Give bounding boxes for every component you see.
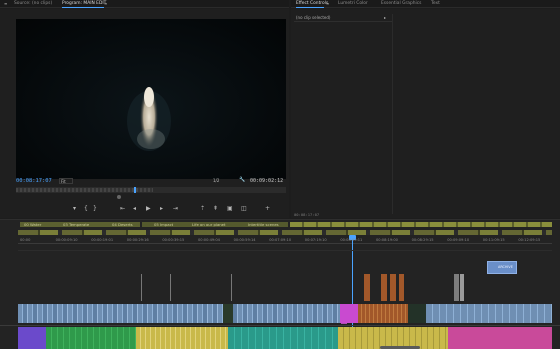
clip-orange[interactable] [364,274,370,301]
clip-grey[interactable] [454,274,459,301]
ruler-time-label: 00:07:19:10 [304,238,327,242]
program-monitor: 00:08:17:07 Fit 1/2 🔧 00:09:02:12 ▾ { } … [0,9,289,218]
tab-program[interactable]: Program: MAIN EDIT [62,1,106,6]
ruler-time-label: 00:07:09:10 [269,238,292,242]
step-back-icon[interactable]: ◂ [133,206,136,212]
title-clip-label: ARCHIVE [498,265,513,269]
tab-text[interactable]: Text [431,1,440,6]
comparison-view-icon[interactable]: ◫ [241,206,247,212]
right-tab-bar: Effect Controls ≡ Lumetri Color Essentia… [291,0,560,8]
video-clip-orange[interactable] [358,304,408,323]
lift-icon[interactable]: ⇡ [200,206,205,212]
marker-bar[interactable] [290,222,552,227]
fit-label: Fit [61,179,66,184]
mark-out-icon[interactable]: } [93,206,97,212]
marker-row-secondary [18,230,552,235]
ruler-time-label: 00:12:09:15 [518,238,541,242]
fit-dropdown[interactable]: Fit [59,178,73,184]
go-to-out-icon[interactable]: ⇥ [173,206,178,212]
panel-menu-icon[interactable]: ≡ [326,1,329,7]
ruler-time-label: 00:08:29:15 [411,238,434,242]
audio-clip-green[interactable] [46,327,136,349]
marker-row: 00 Water 03 Temperate 04 Deserts 05 Impa… [18,221,552,229]
video-clip-dark[interactable] [408,304,426,323]
audio-clip-purple[interactable] [18,327,46,349]
video-audio-divider [0,325,560,326]
video-clip-dark[interactable] [223,304,233,323]
extract-icon[interactable]: ⇞ [213,206,218,212]
thin-clip-line [231,274,232,301]
marker-label: 04 Deserts [112,222,133,227]
scrub-in-out-range [16,188,153,192]
thin-clip-line [170,274,171,301]
ruler-time-label: 00:00:29:16 [126,238,149,242]
audio-track-a1 [18,327,552,349]
video-clip-blue[interactable] [426,304,552,323]
timeline-panel: 00 Water 03 Temperate 04 Deserts 05 Impa… [0,219,560,349]
no-clip-label: (no clip selected) [296,15,331,20]
scrub-zoom-handle[interactable] [117,195,121,199]
ruler-time-label: 00:00:49:04 [198,238,220,242]
panel-menu-icon[interactable]: ≡ [4,1,7,7]
panel-menu-icon[interactable]: ≡ [104,1,107,7]
clip-orange[interactable] [399,274,404,301]
v1-track [18,304,552,324]
clip-orange[interactable] [390,274,396,301]
add-marker-icon[interactable]: ▾ [73,206,76,212]
effect-controls-header: (no clip selected) ▸ [294,14,392,22]
marker-label: 05 Impact [154,222,174,227]
ruler-time-label: 00:00:59:14 [233,238,256,242]
program-scrub-bar[interactable] [16,187,286,193]
audio-clip-teal[interactable] [228,327,338,349]
play-icon[interactable]: ▶ [146,206,151,212]
fraction-dropdown[interactable]: 1/2 [213,178,219,183]
program-video-frame[interactable] [16,19,286,179]
marker-label: Intertitle scenes [248,222,279,227]
ruler-time-label: 00:00:09:10 [55,238,78,242]
camera-icon[interactable]: ▣ [227,206,233,212]
program-timecode-left[interactable]: 00:08:17:07 [16,178,52,184]
marker-label: 00 Water [24,222,42,227]
clip-grey[interactable] [460,274,464,301]
title-clip[interactable]: ARCHIVE [487,261,517,274]
mark-in-icon[interactable]: { [84,206,88,212]
effect-controls-divider [392,14,393,214]
audio-clip-yellow[interactable] [136,327,228,349]
audio-clip-pink[interactable] [448,327,552,349]
ruler-time-label: 00:09:09:10 [447,238,470,242]
thin-clip-line [141,274,142,301]
effect-controls-underline [296,7,324,8]
wrench-icon[interactable]: 🔧 [239,177,245,183]
ruler-time-label: 00:00:39:15 [162,238,185,242]
tab-essential-graphics[interactable]: Essential Graphics [381,1,421,6]
step-forward-icon[interactable]: ▸ [160,206,163,212]
track-divider [18,250,552,251]
video-clip-pink[interactable] [340,304,358,323]
program-timecode-right: 00:09:02:12 [250,178,284,184]
ruler-time-label: 00:08:19:00 [376,238,398,242]
clip-orange[interactable] [381,274,387,301]
effect-controls-timecode: 00:08:17:07 [294,212,320,217]
marker-label: Life on our planet [192,222,226,227]
whale-image [127,87,171,151]
tab-source[interactable]: Source: (no clips) [14,1,52,6]
tab-effect-controls[interactable]: Effect Controls [296,1,328,6]
effect-controls-panel: (no clip selected) ▸ 00:08:17:07 [291,9,560,218]
transport-controls: ▾ { } ⇤ ◂ ▶ ▸ ⇥ ⇡ ⇞ ▣ ◫ + [70,206,270,214]
v2-track [18,274,552,324]
go-to-in-icon[interactable]: ⇤ [120,206,125,212]
video-clip-bank[interactable] [18,304,340,323]
program-tab-underline [62,7,104,8]
tab-lumetri-color[interactable]: Lumetri Color [338,1,368,6]
button-editor-plus-icon[interactable]: + [265,206,270,212]
scrub-playhead[interactable] [134,187,136,193]
ruler-time-label: 00:00 [20,238,31,242]
ruler-time-label: 00:00:19:01 [91,238,114,242]
expand-arrow-icon[interactable]: ▸ [384,15,386,21]
ruler-time-label: 00:11:09:15 [482,238,505,242]
marker-label: 03 Temperate [63,222,90,227]
left-tab-bar: Source: (no clips) Program: MAIN EDIT ≡ … [0,0,289,8]
ruler-time-label: 00:08:09:11 [340,238,363,242]
